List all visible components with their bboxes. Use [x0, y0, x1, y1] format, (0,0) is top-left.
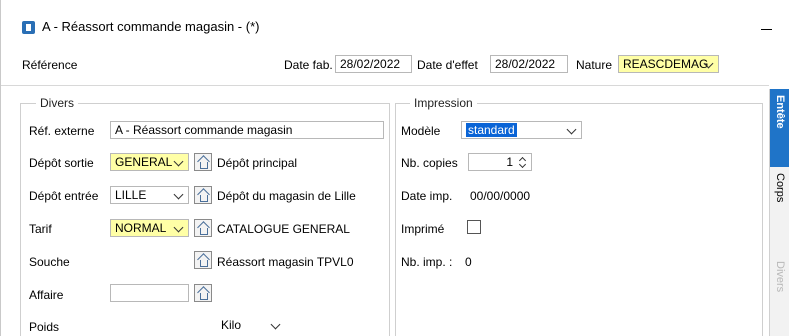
- home-icon[interactable]: [194, 251, 212, 269]
- depot-entree-select[interactable]: LILLE: [110, 186, 189, 204]
- date-imp-value: 00/00/0000: [470, 189, 531, 203]
- document-window: A - Réassort commande magasin - (*) Réfé…: [0, 0, 789, 336]
- souche-label: Souche: [29, 255, 70, 269]
- ref-externe-label: Réf. externe: [29, 124, 95, 138]
- modele-label: Modèle: [401, 124, 441, 138]
- depot-sortie-label: Dépôt sortie: [29, 156, 94, 170]
- chevron-down-icon[interactable]: [173, 189, 185, 201]
- divers-title: Divers: [36, 96, 79, 110]
- ref-externe-field[interactable]: A - Réassort commande magasin: [110, 121, 384, 139]
- home-icon[interactable]: [194, 219, 212, 237]
- app-icon: [22, 21, 35, 34]
- nb-imp-label: Nb. imp. :: [401, 255, 453, 269]
- tarif-label: Tarif: [29, 222, 52, 236]
- chevron-down-icon[interactable]: [703, 58, 715, 70]
- home-icon[interactable]: [194, 186, 212, 204]
- nature-label: Nature: [576, 58, 613, 72]
- imprime-checkbox[interactable]: [467, 220, 481, 234]
- nb-imp-value: 0: [465, 255, 472, 269]
- chevron-down-icon[interactable]: [173, 222, 185, 234]
- depot-sortie-value: GENERAL: [115, 155, 173, 169]
- title-bar: A - Réassort commande magasin - (*): [1, 0, 789, 40]
- depot-sortie-desc: Dépôt principal: [217, 156, 298, 170]
- tab-divers: Divers: [770, 255, 789, 336]
- chevron-down-icon[interactable]: [566, 124, 578, 136]
- affaire-field[interactable]: [110, 284, 189, 302]
- chevron-down-icon[interactable]: [173, 156, 185, 168]
- nature-value: REASCDEMAG: [623, 57, 709, 71]
- date-fab-label: Date fab.: [284, 58, 333, 72]
- tab-divers-label: Divers: [774, 261, 786, 293]
- tarif-desc: CATALOGUE GENERAL: [217, 222, 350, 236]
- affaire-label: Affaire: [29, 288, 64, 302]
- window-title: A - Réassort commande magasin - (*): [42, 19, 260, 34]
- impression-title: Impression: [410, 96, 477, 110]
- poids-label: Poids: [29, 320, 60, 334]
- nb-copies-label: Nb. copies: [401, 156, 458, 170]
- tab-corps-label: Corps: [774, 173, 786, 203]
- tarif-select[interactable]: NORMAL: [110, 219, 189, 237]
- home-icon[interactable]: [194, 153, 212, 171]
- souche-desc: Réassort magasin TPVL0: [217, 255, 354, 269]
- depot-entree-value: LILLE: [115, 188, 147, 202]
- tab-corps[interactable]: Corps: [770, 167, 789, 255]
- depot-entree-label: Dépôt entrée: [29, 189, 99, 203]
- header-row: Référence Date fab. 28/02/2022 Date d'ef…: [1, 55, 789, 77]
- header-separator: [1, 85, 769, 86]
- chevron-down-icon[interactable]: [270, 319, 282, 331]
- nature-select[interactable]: REASCDEMAG: [618, 55, 719, 73]
- depot-entree-desc: Dépôt du magasin de Lille: [217, 189, 356, 203]
- tarif-value: NORMAL: [115, 221, 167, 235]
- modele-value: standard: [466, 123, 517, 137]
- date-effet-field[interactable]: 28/02/2022: [490, 55, 568, 73]
- date-fab-field[interactable]: 28/02/2022: [335, 55, 412, 73]
- side-tab-bar: Entête Corps Divers: [769, 89, 789, 336]
- home-icon[interactable]: [194, 284, 212, 302]
- tab-entete-label: Entête: [774, 95, 786, 129]
- tab-entete[interactable]: Entête: [770, 89, 789, 167]
- poids-value: Kilo: [221, 318, 242, 332]
- spin-arrows-icon[interactable]: [518, 155, 528, 169]
- nb-copies-value: 1: [506, 155, 513, 169]
- depot-sortie-select[interactable]: GENERAL: [110, 153, 189, 171]
- minimize-icon[interactable]: [758, 18, 776, 36]
- imprime-label: Imprimé: [401, 222, 445, 236]
- date-effet-label: Date d'effet: [417, 58, 478, 72]
- nb-copies-stepper[interactable]: 1: [468, 153, 532, 171]
- modele-select[interactable]: standard: [461, 121, 582, 139]
- poids-select[interactable]: Kilo: [212, 316, 286, 334]
- date-imp-label: Date imp.: [401, 189, 453, 203]
- reference-label: Référence: [22, 58, 78, 72]
